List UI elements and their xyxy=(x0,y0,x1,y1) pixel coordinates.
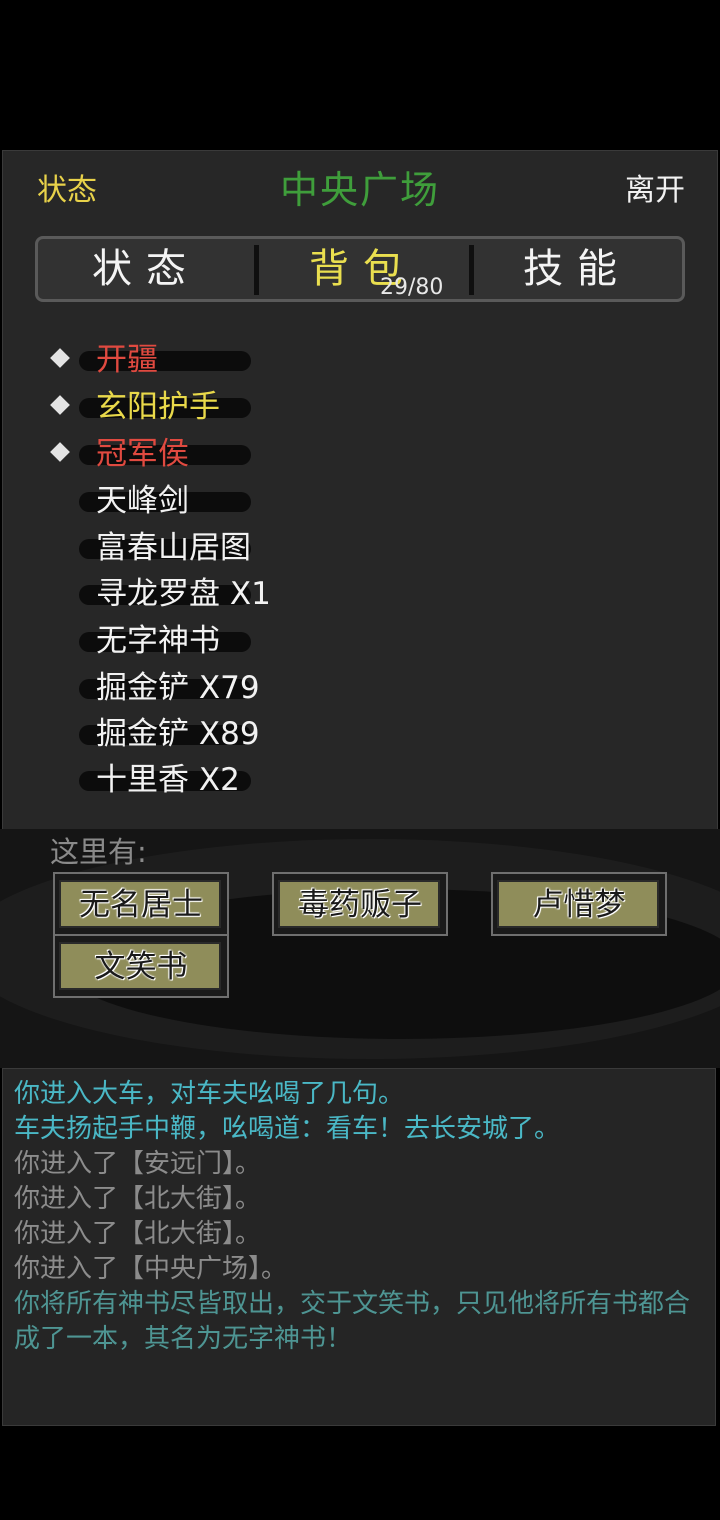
inventory-item-name: 玄阳护手 xyxy=(96,389,220,425)
inventory-item-name: 天峰剑 xyxy=(96,483,189,519)
log-line: 你进入了【中央广场】。 xyxy=(14,1254,288,1284)
inventory-item-name: 掘金铲 X89 xyxy=(96,716,260,752)
npc-name: 无名居士 xyxy=(79,887,203,923)
tab-bar: 状态 背包 29/80 技能 xyxy=(35,236,685,302)
log-line: 你进入了【安远门】。 xyxy=(14,1149,262,1179)
here-area: 这里有: 无名居士 毒药贩子 卢惜梦 文笑书 xyxy=(0,829,720,1068)
inventory-item-name: 掘金铲 X79 xyxy=(96,670,260,706)
inventory-item-name: 十里香 X2 xyxy=(96,762,240,798)
inventory-item[interactable]: 掘金铲 X79 xyxy=(3,665,717,711)
inventory-item-name: 无字神书 xyxy=(96,623,220,659)
log-line: 你进入了【北大街】。 xyxy=(14,1184,262,1214)
location-title: 中央广场 xyxy=(279,168,440,212)
log-line: 你将所有神书尽皆取出，交于文笑书，只见他将所有书都合成了一本，其名为无字神书！ xyxy=(14,1289,691,1354)
tab-skills[interactable]: 技能 xyxy=(472,239,682,299)
inventory-item[interactable]: 冠军侯 xyxy=(3,431,717,477)
equipped-diamond-icon xyxy=(50,442,70,462)
npc-button[interactable]: 毒药贩子 xyxy=(272,872,448,936)
inventory-item[interactable]: 玄阳护手 xyxy=(3,384,717,430)
inventory-item[interactable]: 无字神书 xyxy=(3,618,717,664)
inventory-item[interactable]: 寻龙罗盘 X1 xyxy=(3,571,717,617)
npc-name: 毒药贩子 xyxy=(298,887,422,923)
npc-button[interactable]: 文笑书 xyxy=(53,934,229,998)
tab-status-label: 状态 xyxy=(92,246,200,292)
here-label: 这里有: xyxy=(50,835,147,869)
message-log: 你进入大车，对车夫吆喝了几句。 车夫扬起手中鞭，吆喝道：看车！去长安城了。 你进… xyxy=(2,1068,716,1426)
location-panel: 状态 中央广场 离开 状态 背包 29/80 技能 开疆 玄阳护手 冠军侯 天峰… xyxy=(2,150,718,830)
equipped-diamond-icon xyxy=(50,348,70,368)
inventory-item[interactable]: 掘金铲 X89 xyxy=(3,711,717,757)
npc-button[interactable]: 无名居士 xyxy=(53,872,229,936)
npc-button[interactable]: 卢惜梦 xyxy=(491,872,667,936)
equipped-diamond-icon xyxy=(50,395,70,415)
log-line: 你进入大车，对车夫吆喝了几句。 xyxy=(14,1079,405,1109)
inventory-item-name: 富春山居图 xyxy=(96,530,251,566)
npc-name: 文笑书 xyxy=(94,949,188,985)
leave-button[interactable]: 离开 xyxy=(625,165,685,209)
inventory-item[interactable]: 富春山居图 xyxy=(3,525,717,571)
inventory-item-name: 开疆 xyxy=(96,342,158,378)
inventory-item-name: 寻龙罗盘 X1 xyxy=(96,576,271,612)
bag-capacity-badge: 29/80 xyxy=(380,275,444,300)
tab-skills-label: 技能 xyxy=(523,246,631,292)
tab-status[interactable]: 状态 xyxy=(38,239,254,299)
log-line: 你进入了【北大街】。 xyxy=(14,1219,262,1249)
log-line: 车夫扬起手中鞭，吆喝道：看车！去长安城了。 xyxy=(14,1114,561,1144)
inventory-item-name: 冠军侯 xyxy=(96,436,189,472)
inventory-item[interactable]: 开疆 xyxy=(3,337,717,383)
inventory-item[interactable]: 十里香 X2 xyxy=(3,757,717,803)
inventory-item[interactable]: 天峰剑 xyxy=(3,478,717,524)
npc-name: 卢惜梦 xyxy=(532,887,626,923)
